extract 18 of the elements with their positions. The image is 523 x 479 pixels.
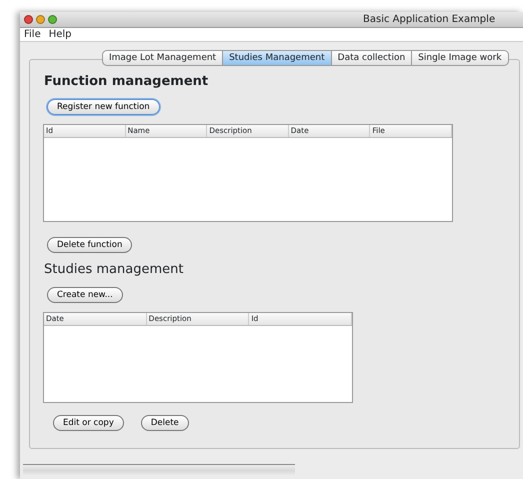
section-heading: Studies management (44, 262, 184, 278)
minimize-button[interactable] (36, 15, 45, 24)
tab[interactable]: Image Lot Management (102, 50, 224, 66)
menu-item[interactable]: File (24, 28, 41, 42)
window-title: Basic Application Example (363, 13, 496, 27)
delete-button[interactable]: Delete (140, 415, 189, 431)
menu-item[interactable]: Help (48, 28, 72, 42)
create-button[interactable]: Create new... (47, 287, 123, 303)
edit-button[interactable]: Edit or copy (53, 415, 124, 431)
horizontal-scrollbar[interactable] (23, 464, 295, 476)
tab[interactable]: Data collection (332, 50, 412, 66)
tab[interactable]: Single Image work (412, 50, 509, 66)
close-button[interactable] (24, 15, 33, 24)
zoom-button[interactable] (48, 15, 57, 24)
tab[interactable]: Studies Management (223, 50, 332, 66)
register-button[interactable]: Register new function (47, 99, 160, 115)
section-heading: Function management (44, 74, 210, 90)
delete-function-button[interactable]: Delete function (47, 237, 132, 253)
